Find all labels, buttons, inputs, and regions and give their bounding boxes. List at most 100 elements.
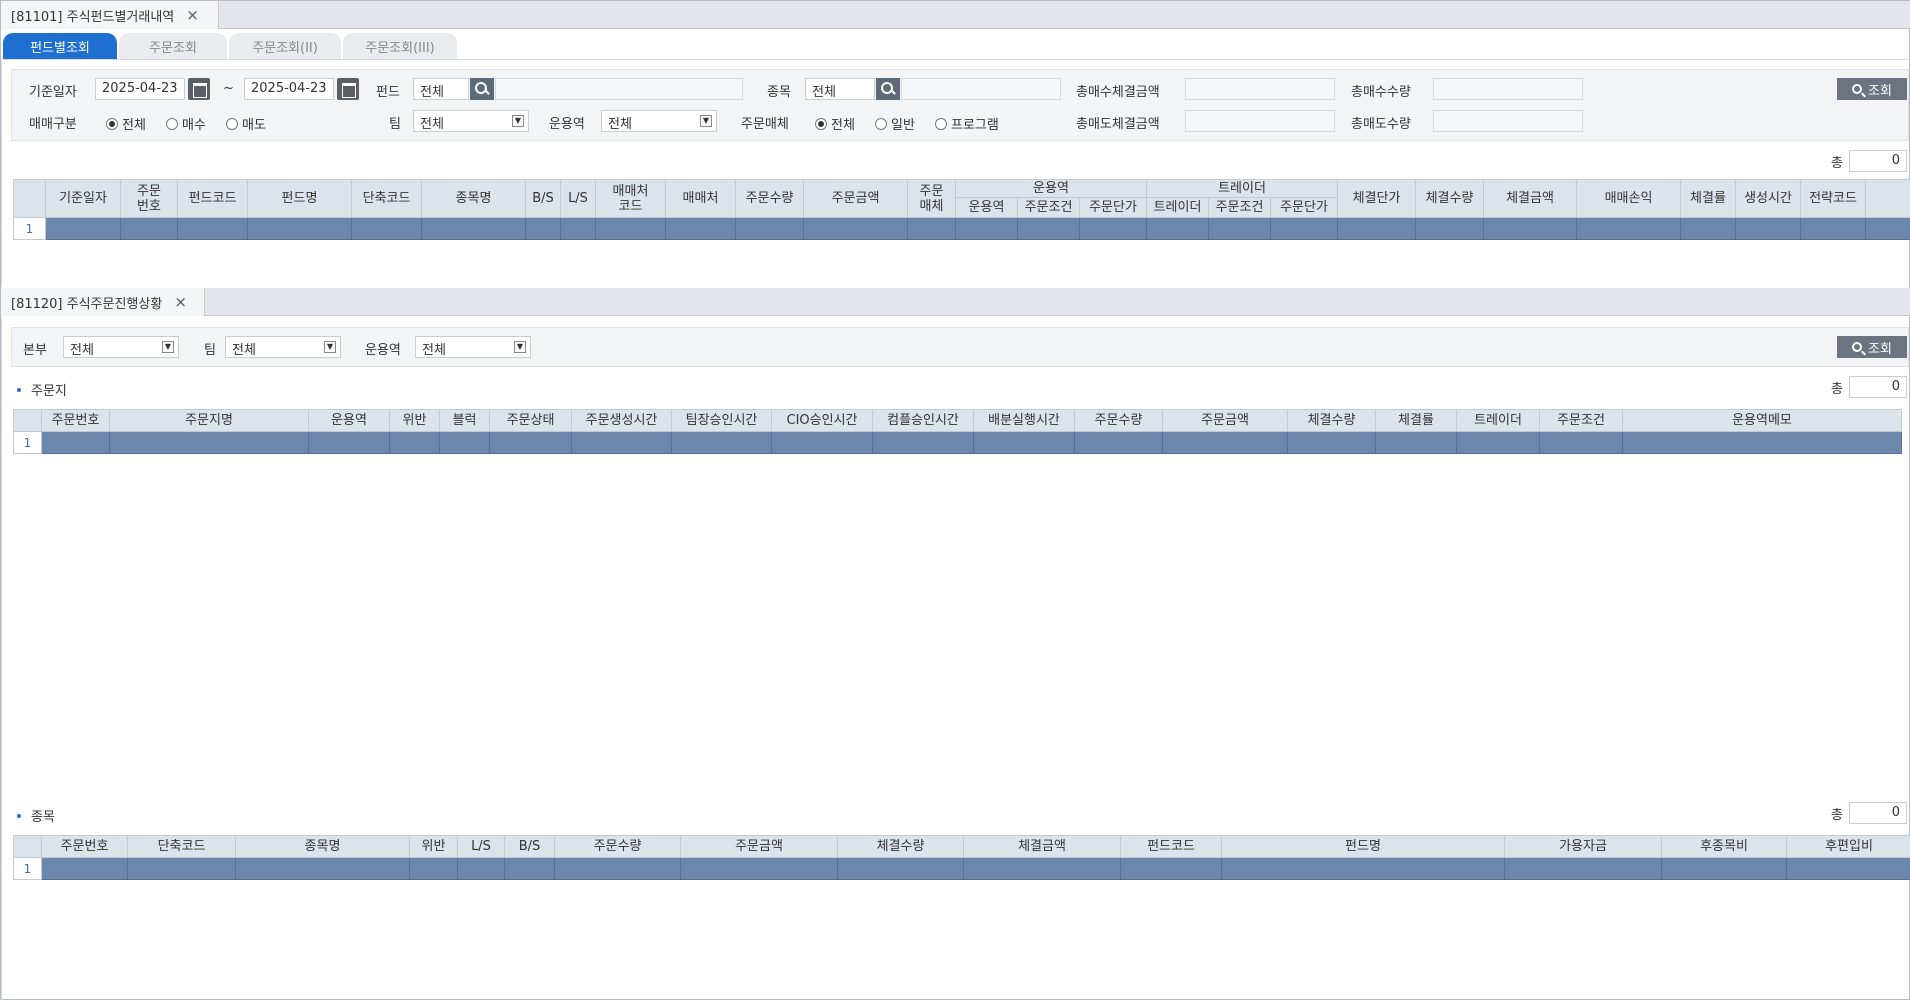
col-header[interactable]: 트레이더 (1146, 197, 1209, 218)
manager-select[interactable]: 전체 ▼ (601, 110, 717, 132)
col-header[interactable]: 주문번호 (41, 835, 128, 858)
col-header[interactable]: 체결금액 (1483, 179, 1577, 218)
col-header[interactable]: 운용역메모 (1622, 409, 1902, 432)
col-header[interactable]: 주문단가 (1270, 197, 1338, 218)
col-header[interactable]: 기준일자 (45, 179, 121, 218)
stock-code-input[interactable]: 전체 (805, 78, 875, 100)
col-header[interactable]: B/S (525, 179, 561, 218)
total-count-label: 총 (1831, 381, 1843, 397)
trade-type-all-radio[interactable]: 전체 (106, 114, 146, 133)
tab-fund-query[interactable]: 펀드별조회 (3, 33, 117, 59)
col-header[interactable]: 주문수량 (554, 835, 681, 858)
col-header[interactable]: 펀드명 (247, 179, 352, 218)
col-header[interactable]: 주문지명 (109, 409, 309, 432)
col-header[interactable]: 주문금액 (1162, 409, 1288, 432)
chevron-down-icon: ▼ (324, 341, 336, 353)
col-header[interactable]: 주문생성시간 (571, 409, 672, 432)
trade-type-sell-radio[interactable]: 매도 (226, 114, 266, 133)
col-header[interactable]: 생성시간 (1735, 179, 1801, 218)
fund-code-input[interactable]: 전체 (413, 78, 469, 100)
col-header[interactable]: 매매처 (665, 179, 736, 218)
col-header-order-medium[interactable]: 주문 매체 (907, 179, 956, 218)
tab-order-query[interactable]: 주문조회 (119, 33, 227, 59)
col-header[interactable]: 체결수량 (1415, 179, 1484, 218)
col-header[interactable]: 체결금액 (963, 835, 1121, 858)
fund-search-icon[interactable] (470, 78, 494, 100)
col-header[interactable]: 펀드명 (1221, 835, 1505, 858)
total-count-label: 총 (1831, 155, 1843, 171)
table-row[interactable]: 1 (13, 431, 1902, 454)
col-header[interactable]: 블럭 (439, 409, 490, 432)
close-icon[interactable]: × (174, 293, 187, 311)
col-header[interactable]: 배분실행시간 (973, 409, 1075, 432)
col-header[interactable]: 주문상태 (489, 409, 572, 432)
tab-order-query-3[interactable]: 주문조회(III) (343, 33, 457, 59)
col-header[interactable]: 운용역 (308, 409, 390, 432)
medium-all-radio[interactable]: 전체 (815, 114, 855, 133)
col-header[interactable]: 단축코드 (127, 835, 236, 858)
date-from-input[interactable]: 2025-04-23 (95, 78, 185, 100)
team-select[interactable]: 전체 ▼ (413, 110, 529, 132)
date-to-input[interactable]: 2025-04-23 (244, 78, 334, 100)
col-header[interactable]: 체결단가 (1337, 179, 1416, 218)
table-row[interactable]: 1 (13, 217, 1910, 240)
col-header[interactable]: L/S (560, 179, 596, 218)
col-header[interactable]: 주문금액 (680, 835, 838, 858)
col-header[interactable]: 주문조건 (1208, 197, 1271, 218)
col-header[interactable]: 팀장승인시간 (671, 409, 772, 432)
tab-order-query-2[interactable]: 주문조회(II) (229, 33, 341, 59)
stock-search-icon[interactable] (876, 78, 900, 100)
total-count: 총 0 (1831, 150, 1907, 172)
col-header[interactable]: 종목명 (235, 835, 410, 858)
team-select-2[interactable]: 전체 ▼ (225, 336, 341, 358)
col-header[interactable]: 주문조건 (1539, 409, 1623, 432)
col-header[interactable]: 주문단가 (1079, 197, 1147, 218)
col-header[interactable]: 매매손익 (1576, 179, 1681, 218)
col-header[interactable]: 운용역 (955, 197, 1018, 218)
col-header[interactable]: 체결수량 (1287, 409, 1376, 432)
col-header[interactable]: 단축코드 (351, 179, 422, 218)
medium-normal-radio[interactable]: 일반 (875, 114, 915, 133)
window-tab-81101[interactable]: [81101] 주식펀드별거래내역 × (1, 1, 219, 29)
section-title: 종목 (31, 810, 55, 825)
col-header[interactable]: 체결률 (1680, 179, 1736, 218)
trade-type-buy-radio[interactable]: 매수 (166, 114, 206, 133)
col-header[interactable]: 종목명 (421, 179, 526, 218)
col-header[interactable]: 위반 (389, 409, 440, 432)
col-header[interactable]: 주문수량 (735, 179, 804, 218)
query-button[interactable]: 조회 (1837, 78, 1907, 100)
col-header[interactable]: 위반 (409, 835, 458, 858)
total-count-value: 0 (1848, 802, 1907, 824)
col-header-broker-code[interactable]: 매매처 코드 (595, 179, 666, 218)
col-header[interactable]: B/S (504, 835, 555, 858)
query-button-2[interactable]: 조회 (1837, 336, 1907, 358)
col-header-line: 주문 (919, 183, 944, 199)
col-header-order-no[interactable]: 주문 번호 (120, 179, 178, 218)
hq-select[interactable]: 전체 ▼ (63, 336, 179, 358)
col-header[interactable]: 체결수량 (837, 835, 964, 858)
radio-icon (815, 117, 827, 130)
col-header[interactable]: CIO승인시간 (771, 409, 873, 432)
col-header[interactable]: 주문번호 (41, 409, 110, 432)
col-header[interactable]: 가용자금 (1504, 835, 1662, 858)
col-header[interactable]: 컴플승인시간 (872, 409, 974, 432)
col-header[interactable]: 전략코드 (1800, 179, 1866, 218)
col-header[interactable]: 주문금액 (803, 179, 908, 218)
row-number-header (13, 409, 42, 432)
medium-program-radio[interactable]: 프로그램 (935, 114, 999, 133)
manager-select-2[interactable]: 전체 ▼ (415, 336, 531, 358)
close-icon[interactable]: × (186, 6, 199, 24)
table-row[interactable]: 1 (13, 857, 1910, 880)
col-header[interactable]: 주문수량 (1074, 409, 1163, 432)
calendar-icon[interactable] (337, 78, 359, 100)
col-header[interactable]: 펀드코드 (177, 179, 248, 218)
window-tab-81120[interactable]: [81120] 주식주문진행상황 × (1, 288, 205, 316)
col-header[interactable]: 후편입비 (1786, 835, 1910, 858)
col-header[interactable]: 후종목비 (1661, 835, 1787, 858)
col-header[interactable]: 펀드코드 (1120, 835, 1222, 858)
col-header[interactable]: 체결률 (1375, 409, 1457, 432)
col-header[interactable]: 주문조건 (1017, 197, 1080, 218)
calendar-icon[interactable] (188, 78, 210, 100)
col-header[interactable]: 트레이더 (1456, 409, 1540, 432)
col-header[interactable]: L/S (457, 835, 505, 858)
